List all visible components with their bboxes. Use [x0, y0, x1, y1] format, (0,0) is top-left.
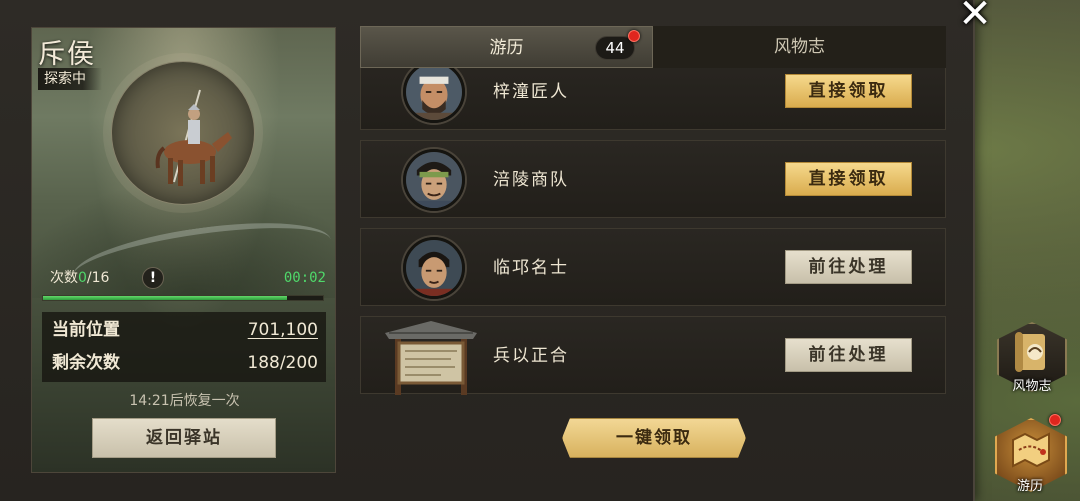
- remaining-label: 剩余次数: [52, 353, 120, 373]
- tab-bar: 游历 44 风物志: [360, 26, 946, 68]
- man-headband-icon: [403, 68, 465, 123]
- map-icon: [1012, 432, 1050, 468]
- event-list: 梓潼匠人 直接领取 涪陵商队 直接领取 临邛名士 前往处理 兵以正合 前往处理: [360, 68, 946, 400]
- count-label: 次数0/16: [50, 270, 110, 286]
- event-name: 涪陵商队: [493, 170, 569, 190]
- event-row: 梓潼匠人 直接领取: [360, 68, 946, 130]
- claim-button[interactable]: 直接领取: [785, 74, 912, 108]
- scout-card: 斥侯 探索中 次数0/16 ! 00:02 当前位置 701,100 剩余次数 …: [31, 27, 336, 473]
- side-travel-button[interactable]: 游历: [995, 414, 1067, 494]
- claim-all-button[interactable]: 一键领取: [562, 418, 746, 458]
- event-name: 临邛名士: [493, 258, 569, 278]
- explore-count-row: 次数0/16 ! 00:02: [50, 266, 326, 290]
- position-label: 当前位置: [52, 320, 120, 340]
- side-customs-button[interactable]: 风物志: [997, 322, 1067, 394]
- remaining-row: 剩余次数 188/200: [52, 348, 318, 378]
- scout-title: 斥侯: [38, 39, 96, 70]
- event-row: 涪陵商队 直接领取: [360, 140, 946, 218]
- info-icon[interactable]: !: [142, 267, 164, 289]
- scout-portrait: [111, 61, 255, 205]
- position-row: 当前位置 701,100: [52, 315, 318, 345]
- count-total: /16: [86, 270, 110, 286]
- claim-button[interactable]: 直接领取: [785, 162, 912, 196]
- remaining-value: 188/200: [247, 353, 318, 373]
- explore-progress-bar: [42, 295, 324, 301]
- stats-box: 当前位置 701,100 剩余次数 188/200: [42, 312, 326, 382]
- tab-customs[interactable]: 风物志: [653, 26, 946, 68]
- count-current: 0: [78, 270, 87, 286]
- explore-progress-fill: [43, 296, 287, 300]
- travel-notification-dot: [628, 30, 640, 42]
- side-travel-notification-dot: [1049, 414, 1061, 426]
- event-row: 临邛名士 前往处理: [360, 228, 946, 306]
- explore-timer: 00:02: [283, 270, 326, 286]
- event-row: 兵以正合 前往处理: [360, 316, 946, 395]
- side-travel-label: 游历: [1016, 479, 1043, 494]
- recover-text: 14:21后恢复一次: [129, 393, 240, 409]
- position-value[interactable]: 701,100: [248, 315, 318, 345]
- event-name: 兵以正合: [493, 346, 569, 366]
- goto-button[interactable]: 前往处理: [785, 338, 912, 372]
- close-icon[interactable]: ✕: [955, 0, 995, 34]
- side-customs-label: 风物志: [1012, 379, 1052, 394]
- return-station-button[interactable]: 返回驿站: [92, 418, 276, 458]
- tab-travel-label: 游历: [489, 38, 524, 58]
- status-tag: 探索中: [38, 68, 102, 90]
- goto-button[interactable]: 前往处理: [785, 250, 912, 284]
- scholar-icon: [403, 237, 465, 299]
- scroll-icon: [1015, 332, 1045, 372]
- event-name: 梓潼匠人: [493, 82, 569, 102]
- merchant-green-headband-icon: [403, 149, 465, 211]
- tab-travel[interactable]: 游历 44: [360, 26, 653, 68]
- horse-rider-icon: [155, 89, 232, 186]
- notice-board-icon: [385, 321, 477, 395]
- travel-panel: 斥侯 探索中 次数0/16 ! 00:02 当前位置 701,100 剩余次数 …: [0, 0, 975, 501]
